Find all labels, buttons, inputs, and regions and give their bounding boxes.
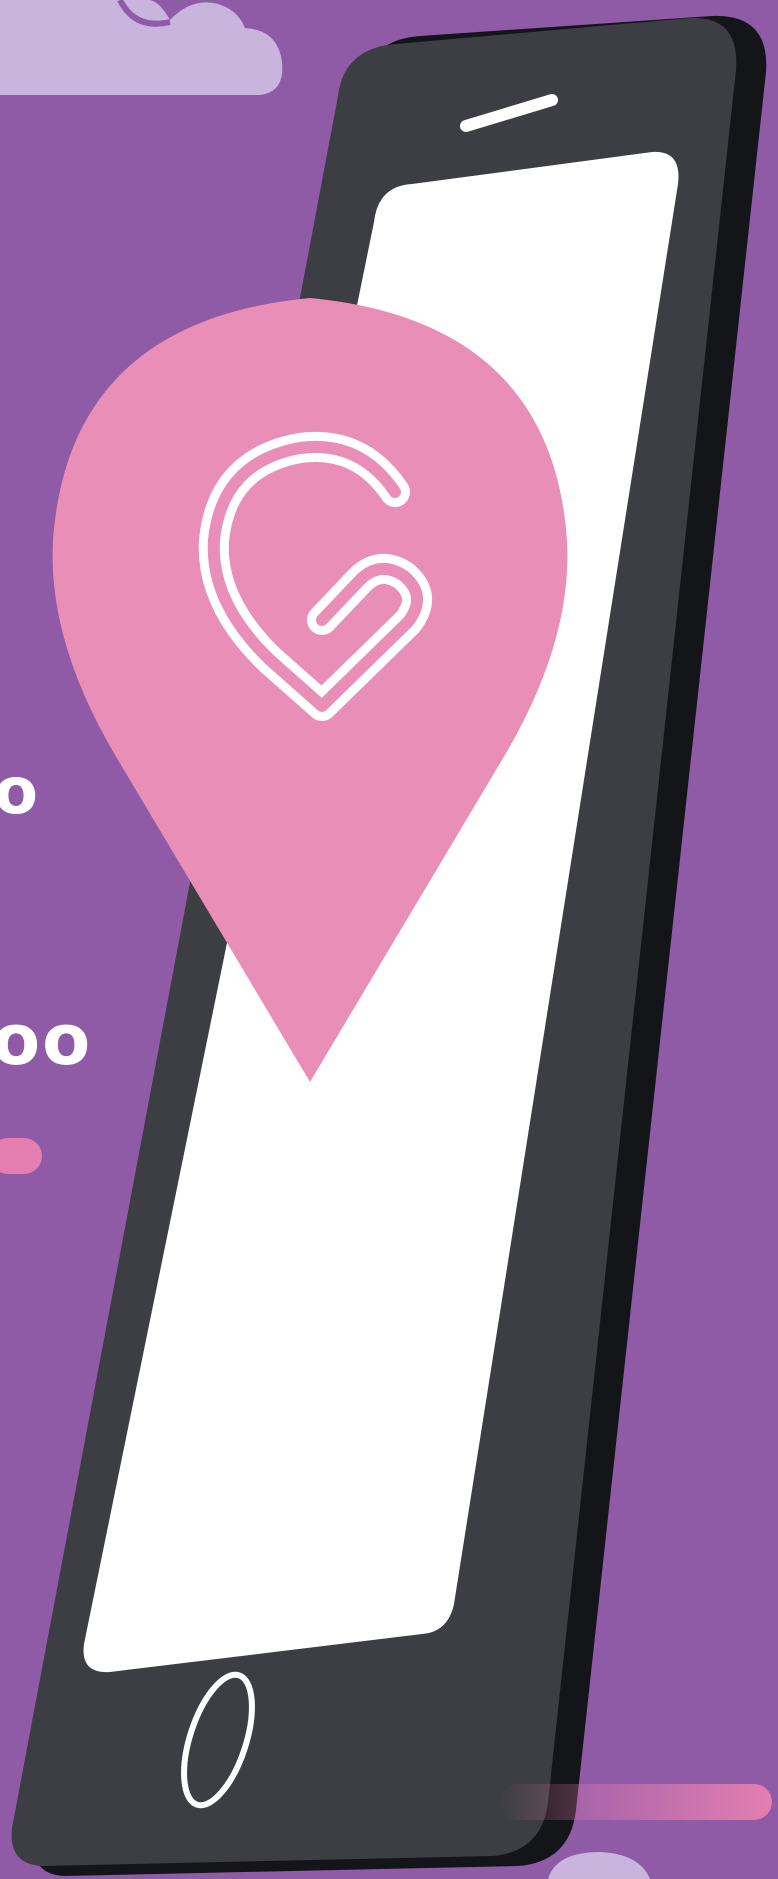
illustration-art [0, 0, 772, 1879]
promo-illustration: o oo [0, 0, 778, 1879]
accent-streak-right [500, 1784, 772, 1820]
accent-pill-left [0, 1138, 42, 1174]
cropped-text-fragment: oo [0, 999, 93, 1081]
cloud-bottom-icon [548, 1852, 650, 1879]
cropped-text-fragment: o [0, 755, 38, 829]
cloud-icon [0, 0, 283, 95]
